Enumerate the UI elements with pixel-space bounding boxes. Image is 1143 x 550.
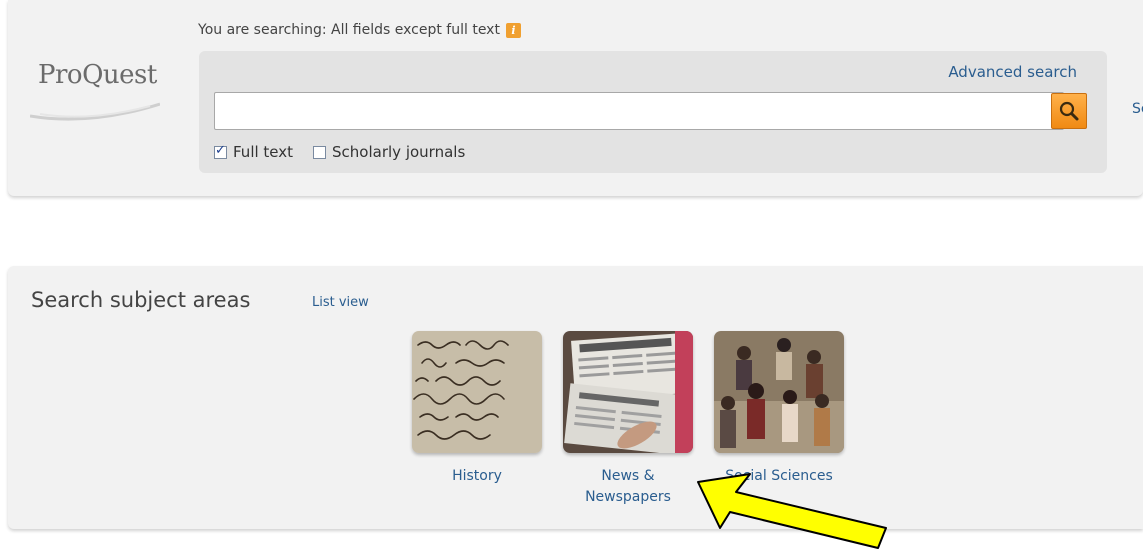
search-header-panel: ProQuest You are searching: All fields e… [8,0,1143,196]
searching-scope-text: You are searching: All fields except ful… [198,22,500,38]
social-sciences-tile-image[interactable] [714,331,844,453]
advanced-search-link[interactable]: Advanced search [948,63,1077,81]
crowd-image [714,331,844,453]
news-tile-label[interactable]: News & Newspapers [563,466,693,508]
history-tile-label[interactable]: History [412,466,542,487]
searching-scope-line: You are searching: All fields except ful… [198,22,521,38]
logo-swoosh [30,102,160,121]
logo-text: ProQuest [38,60,157,90]
news-tile-label-line1: News & [601,468,655,484]
full-text-label: Full text [233,143,294,161]
subject-areas-panel: Search subject areas List view History N… [8,266,1143,529]
list-view-link[interactable]: List view [312,295,369,310]
truncated-link[interactable]: Se [1132,101,1143,117]
search-box: Advanced search Full text Scholarly jour… [199,51,1107,173]
yellow-pointer-arrow [697,473,887,549]
full-text-checkbox[interactable] [214,143,227,159]
search-icon [1059,101,1079,121]
search-options: Full text Scholarly journals [214,143,485,161]
history-tile-image[interactable] [412,331,542,453]
news-tile-label-line2: Newspapers [585,489,671,505]
newspaper-image [563,331,693,453]
subject-areas-title: Search subject areas [31,288,251,312]
scholarly-journals-checkbox[interactable] [313,145,327,159]
manuscript-image [412,331,542,453]
search-button[interactable] [1051,93,1087,129]
search-input[interactable] [214,92,1064,130]
info-icon[interactable]: i [505,22,521,38]
scholarly-journals-label: Scholarly journals [332,143,466,161]
proquest-logo[interactable]: ProQuest [38,60,157,90]
news-tile-image[interactable] [563,331,693,453]
